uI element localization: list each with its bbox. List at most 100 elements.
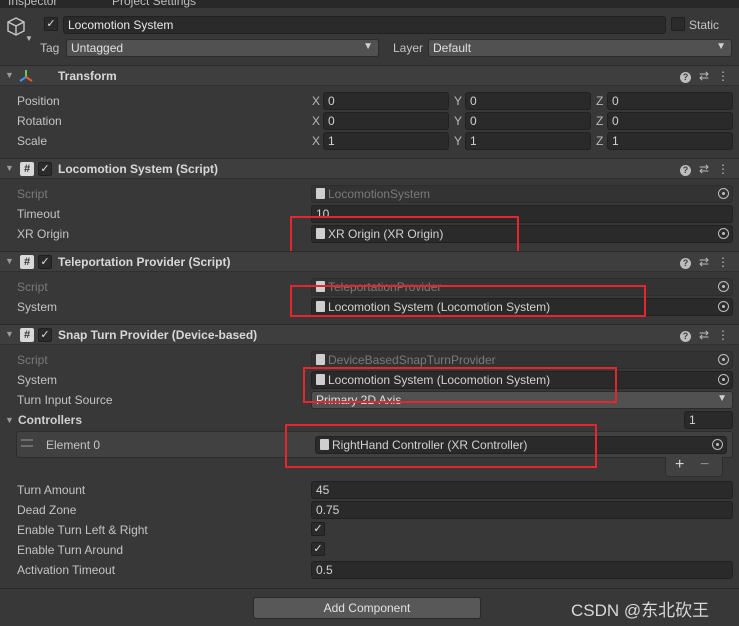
dead-zone-field[interactable]: 0.75 xyxy=(311,501,733,519)
help-icon[interactable]: ? xyxy=(679,72,691,83)
turn-input-source-dropdown[interactable]: Primary 2D Axis ▼ xyxy=(311,391,733,409)
help-icon[interactable]: ? xyxy=(679,331,691,342)
preset-icon[interactable]: ⇄ xyxy=(699,255,709,269)
xr-origin-field[interactable]: XR Origin (XR Origin) xyxy=(311,225,733,243)
script-label: Script xyxy=(17,280,48,294)
controllers-size-field[interactable]: 1 xyxy=(684,411,733,429)
object-name-field[interactable]: Locomotion System xyxy=(63,16,666,34)
fold-icon[interactable]: ▼ xyxy=(5,163,14,173)
fold-icon[interactable]: ▼ xyxy=(5,70,14,80)
rotation-x-field[interactable]: 0 xyxy=(323,112,449,130)
script-field: DeviceBasedSnapTurnProvider xyxy=(311,351,733,369)
add-component-button[interactable]: Add Component xyxy=(253,597,481,619)
controllers-label: Controllers xyxy=(18,413,83,427)
transform-title: Transform xyxy=(58,69,117,83)
enable-checkbox[interactable]: ✓ xyxy=(38,255,52,269)
script-file-icon xyxy=(316,188,325,199)
position-z-field[interactable]: 0 xyxy=(607,92,733,110)
preset-icon[interactable]: ⇄ xyxy=(699,162,709,176)
layer-label: Layer xyxy=(393,41,424,55)
more-icon[interactable]: ⋮ xyxy=(717,255,729,269)
script-value: DeviceBasedSnapTurnProvider xyxy=(328,353,496,367)
tab-project-settings[interactable]: Project Settings xyxy=(112,0,196,8)
add-element-button[interactable]: + xyxy=(675,456,684,474)
enable-checkbox[interactable]: ✓ xyxy=(38,162,52,176)
drag-handle-icon[interactable] xyxy=(21,439,33,447)
system-value: Locomotion System (Locomotion System) xyxy=(328,373,551,387)
scale-z-field[interactable]: 1 xyxy=(607,132,733,150)
timeout-label: Timeout xyxy=(17,207,60,221)
enable-turn-around-checkbox[interactable]: ✓ xyxy=(311,542,325,556)
enable-checkbox[interactable]: ✓ xyxy=(38,328,52,342)
axis-z-label: Z xyxy=(596,114,604,128)
header-icons: ? ⇄ ⋮ xyxy=(672,328,729,342)
script-field: TeleportationProvider xyxy=(311,278,733,296)
axis-x-label: X xyxy=(312,94,321,108)
rotation-z-field[interactable]: 0 xyxy=(607,112,733,130)
locomotion-system-header[interactable]: ▼ # ✓ Locomotion System (Script) ? ⇄ ⋮ xyxy=(0,158,739,179)
position-label: Position xyxy=(17,94,60,108)
snap-turn-provider-header[interactable]: ▼ # ✓ Snap Turn Provider (Device-based) … xyxy=(0,324,739,345)
element-0-field[interactable]: RightHand Controller (XR Controller) xyxy=(315,436,727,454)
preset-icon[interactable]: ⇄ xyxy=(699,69,709,83)
preset-icon[interactable]: ⇄ xyxy=(699,328,709,342)
scale-y-field[interactable]: 1 xyxy=(465,132,591,150)
object-picker-icon xyxy=(718,354,729,365)
transform-header[interactable]: ▼ Transform ? ⇄ ⋮ xyxy=(0,65,739,86)
position-y-field[interactable]: 0 xyxy=(465,92,591,110)
scale-x-field[interactable]: 1 xyxy=(323,132,449,150)
object-icon xyxy=(316,374,325,385)
header-icons: ? ⇄ ⋮ xyxy=(672,255,729,269)
chevron-down-icon: ▼ xyxy=(717,393,727,404)
axis-x-label: X xyxy=(312,114,321,128)
help-icon[interactable]: ? xyxy=(679,258,691,269)
object-picker-icon[interactable] xyxy=(718,301,729,312)
axis-x-label: X xyxy=(312,134,321,148)
enable-turn-left-right-checkbox[interactable]: ✓ xyxy=(311,522,325,536)
object-icon xyxy=(316,228,325,239)
tag-dropdown[interactable]: Untagged ▼ xyxy=(66,39,379,57)
object-picker-icon[interactable] xyxy=(712,439,723,450)
system-field[interactable]: Locomotion System (Locomotion System) xyxy=(311,371,733,389)
activation-timeout-label: Activation Timeout xyxy=(17,563,116,577)
more-icon[interactable]: ⋮ xyxy=(717,162,729,176)
tab-inspector[interactable]: Inspector xyxy=(8,0,57,8)
fold-icon[interactable]: ▼ xyxy=(5,256,14,266)
object-picker-icon[interactable] xyxy=(718,228,729,239)
active-checkbox[interactable]: ✓ xyxy=(44,17,58,31)
remove-element-button[interactable]: − xyxy=(700,456,709,474)
timeout-field[interactable]: 10 xyxy=(311,205,733,223)
rotation-y-field[interactable]: 0 xyxy=(465,112,591,130)
gameobject-cube-icon xyxy=(5,16,27,38)
fold-icon[interactable]: ▼ xyxy=(5,415,14,425)
script-value: TeleportationProvider xyxy=(328,280,442,294)
turn-amount-field[interactable]: 45 xyxy=(311,481,733,499)
turn-input-source-value: Primary 2D Axis xyxy=(316,393,402,407)
dead-zone-label: Dead Zone xyxy=(17,503,77,517)
xr-origin-value: XR Origin (XR Origin) xyxy=(328,227,444,241)
more-icon[interactable]: ⋮ xyxy=(717,69,729,83)
layer-dropdown[interactable]: Default ▼ xyxy=(428,39,732,57)
transform-axes-icon xyxy=(19,69,33,86)
script-value: LocomotionSystem xyxy=(328,187,431,201)
axis-y-label: Y xyxy=(454,94,463,108)
script-label: Script xyxy=(17,187,48,201)
locomotion-system-title: Locomotion System (Script) xyxy=(58,162,219,176)
fold-icon[interactable]: ▼ xyxy=(5,329,14,339)
activation-timeout-field[interactable]: 0.5 xyxy=(311,561,733,579)
tag-value: Untagged xyxy=(71,41,124,55)
more-icon[interactable]: ⋮ xyxy=(717,328,729,342)
xr-origin-label: XR Origin xyxy=(17,227,70,241)
object-picker-icon[interactable] xyxy=(718,374,729,385)
help-icon[interactable]: ? xyxy=(679,165,691,176)
script-label: Script xyxy=(17,353,48,367)
system-field[interactable]: Locomotion System (Locomotion System) xyxy=(311,298,733,316)
tab-strip xyxy=(0,0,739,8)
scale-label: Scale xyxy=(17,134,48,148)
icon-dropdown-arrow[interactable]: ▼ xyxy=(25,34,33,43)
enable-turn-left-right-label: Enable Turn Left & Right xyxy=(17,523,148,537)
static-checkbox[interactable] xyxy=(671,17,685,31)
script-file-icon xyxy=(316,354,325,365)
teleportation-provider-header[interactable]: ▼ # ✓ Teleportation Provider (Script) ? ⇄… xyxy=(0,251,739,272)
position-x-field[interactable]: 0 xyxy=(323,92,449,110)
